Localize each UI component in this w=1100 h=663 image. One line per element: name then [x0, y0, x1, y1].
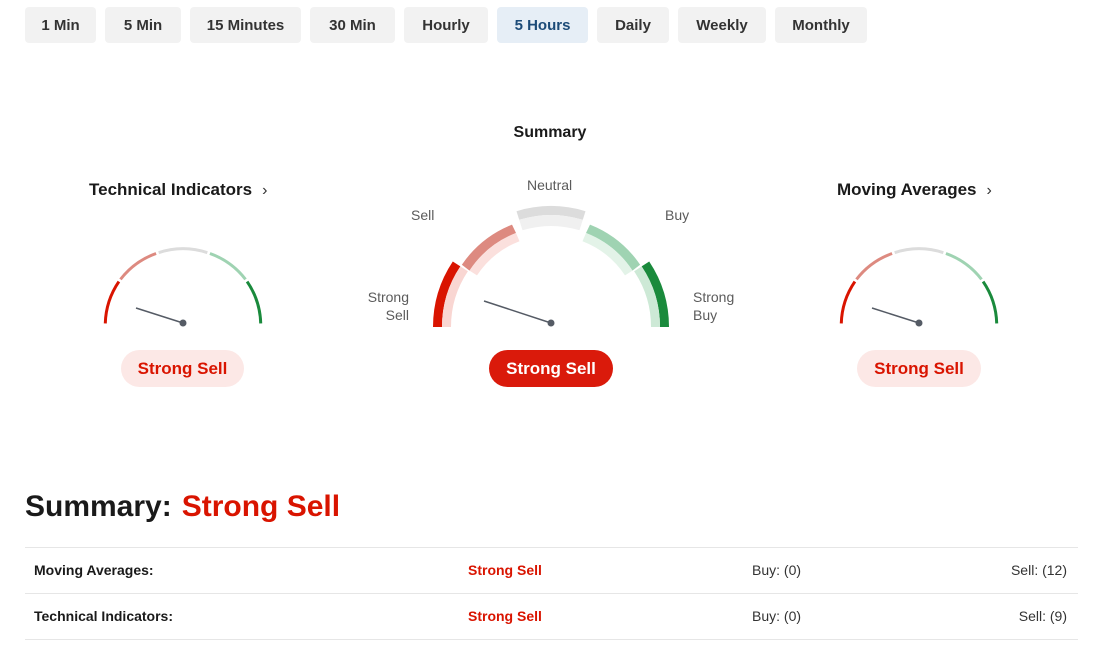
row-name: Moving Averages: — [34, 562, 154, 578]
gauge-label-strong-buy: Strong Buy — [693, 289, 735, 323]
gauge-pivot — [179, 319, 187, 327]
gauge-arc-sell — [855, 252, 893, 281]
gauge-pivot — [547, 319, 555, 327]
tab-1-min[interactable]: 1 Min — [25, 7, 96, 43]
moving-averages-header[interactable]: Moving Averages › — [837, 180, 992, 200]
technical-indicators-header[interactable]: Technical Indicators › — [89, 180, 267, 200]
row-signal: Strong Sell — [468, 562, 542, 578]
moving-averages-title: Moving Averages — [837, 180, 977, 199]
gauge-needle — [871, 307, 920, 324]
row-buy-count: Buy: (0) — [752, 608, 802, 624]
technical-indicators-gauge — [103, 247, 263, 327]
gauge-label-strong-sell: Strong Sell — [367, 289, 409, 323]
gauge-arc-neutral — [894, 247, 944, 255]
summary-heading: Summary: Strong Sell — [25, 490, 340, 524]
gauge-needle — [135, 307, 184, 324]
row-sell-count: Sell: (9) — [1018, 608, 1067, 624]
table-row: Moving Averages: Strong Sell Buy: (0) Se… — [25, 548, 1078, 594]
gauge-band-buy-outer — [586, 224, 641, 271]
row-signal: Strong Sell — [468, 608, 542, 624]
gauge-arc-strong-sell — [839, 280, 857, 324]
gauge-arc-buy — [945, 252, 983, 281]
gauge-label-sell: Sell — [411, 207, 435, 223]
gauge-arc-buy — [209, 252, 247, 281]
gauge-label-buy: Buy — [665, 207, 690, 223]
tab-5-min[interactable]: 5 Min — [105, 7, 181, 43]
summary-result-badge: Strong Sell — [489, 350, 613, 387]
moving-averages-result-badge: Strong Sell — [857, 350, 981, 387]
gauge-needle — [483, 300, 552, 324]
timeframe-tabs: 1 Min 5 Min 15 Minutes 30 Min Hourly 5 H… — [25, 7, 867, 43]
technical-indicators-result-badge: Strong Sell — [121, 350, 244, 387]
row-sell-count: Sell: (12) — [1010, 562, 1067, 578]
tab-15-minutes[interactable]: 15 Minutes — [190, 7, 301, 43]
table-row: Technical Indicators: Strong Sell Buy: (… — [25, 594, 1078, 640]
summary-gauge-title: Summary — [513, 124, 587, 141]
tab-daily[interactable]: Daily — [597, 7, 669, 43]
gauge-arc-sell — [119, 252, 157, 281]
technical-indicators-title: Technical Indicators — [89, 180, 253, 199]
summary-heading-value: Strong Sell — [181, 490, 341, 523]
tab-hourly[interactable]: Hourly — [404, 7, 488, 43]
tab-weekly[interactable]: Weekly — [678, 7, 766, 43]
gauge-arc-strong-buy — [981, 280, 999, 324]
row-name: Technical Indicators: — [34, 608, 173, 624]
chevron-right-icon: › — [986, 182, 992, 199]
gauge-arc-strong-sell — [103, 280, 121, 324]
chevron-right-icon: › — [262, 182, 268, 199]
tab-5-hours[interactable]: 5 Hours — [497, 7, 588, 43]
gauge-pivot — [915, 319, 923, 327]
moving-averages-gauge — [839, 247, 999, 327]
gauge-arc-neutral — [158, 247, 208, 255]
gauge-label-neutral: Neutral — [527, 177, 573, 193]
summary-gauge — [432, 206, 670, 327]
gauge-arc-strong-buy — [245, 280, 263, 324]
row-buy-count: Buy: (0) — [752, 562, 802, 578]
summary-table: Moving Averages: Strong Sell Buy: (0) Se… — [25, 547, 1078, 640]
tab-30-min[interactable]: 30 Min — [310, 7, 395, 43]
summary-heading-label: Summary: — [25, 490, 172, 523]
gauge-band-sell-outer — [461, 224, 516, 271]
tab-monthly[interactable]: Monthly — [775, 7, 867, 43]
